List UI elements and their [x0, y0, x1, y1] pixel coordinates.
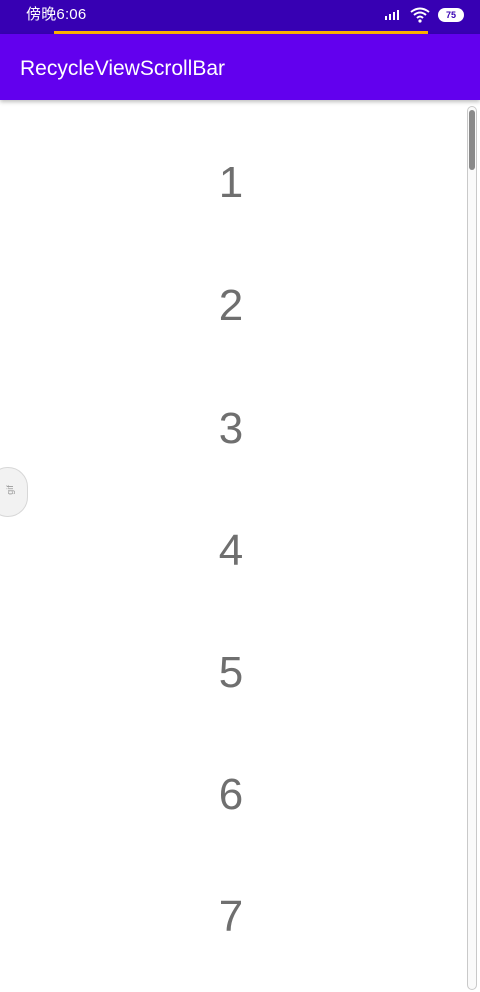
- signal-icon: [384, 9, 402, 21]
- list-item[interactable]: 6: [0, 734, 462, 856]
- list-item[interactable]: 7: [0, 856, 462, 978]
- list-item[interactable]: 1: [0, 122, 462, 244]
- list-item[interactable]: 3: [0, 368, 462, 490]
- scrollbar-thumb[interactable]: [469, 110, 475, 170]
- list-item[interactable]: 5: [0, 612, 462, 734]
- side-handle-label: gif: [4, 485, 15, 495]
- wifi-icon: [410, 7, 430, 23]
- recycler-list[interactable]: 1 2 3 4 5 6 7: [0, 100, 466, 992]
- app-title: RecycleViewScrollBar: [20, 57, 226, 80]
- list-item[interactable]: 2: [0, 245, 462, 367]
- list-item[interactable]: 4: [0, 490, 462, 612]
- scrollbar-track[interactable]: [467, 106, 477, 990]
- battery-icon: 75: [438, 8, 464, 22]
- status-icons: 75: [384, 5, 464, 25]
- app-bar: RecycleViewScrollBar: [0, 34, 480, 100]
- status-bar: 傍晚6:06 75: [0, 0, 480, 34]
- status-time: 傍晚6:06: [26, 6, 87, 23]
